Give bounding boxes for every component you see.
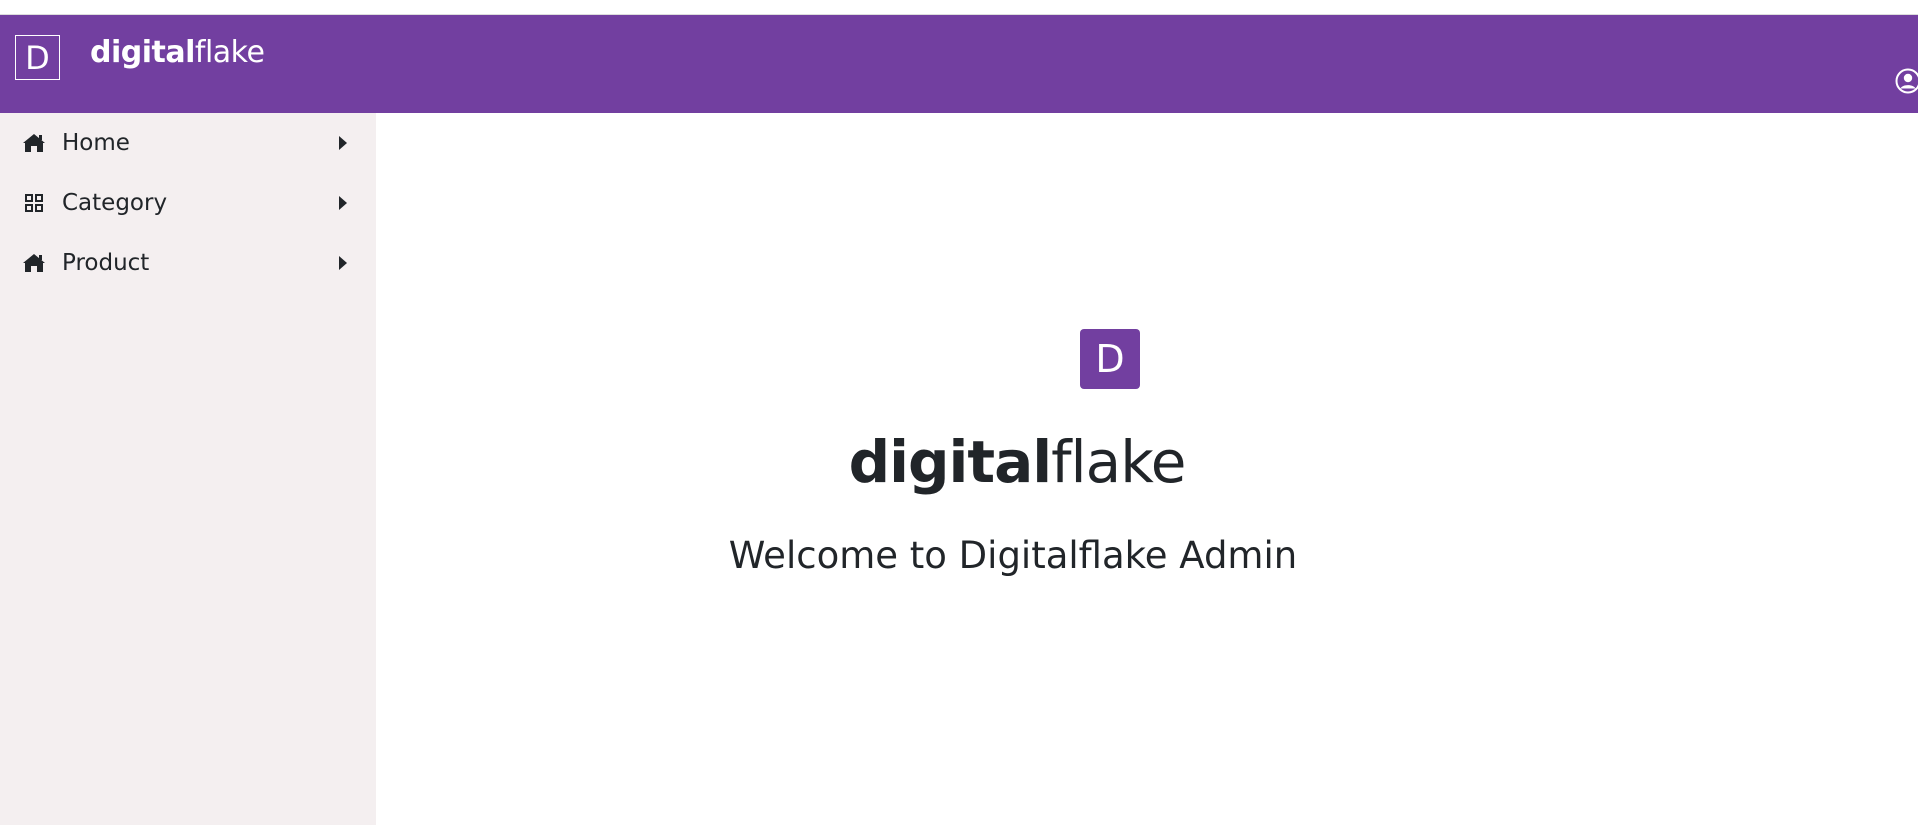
sidebar-item-home[interactable]: Home xyxy=(0,113,376,173)
top-navbar: D digitalflake xyxy=(0,15,1918,113)
welcome-text: Welcome to Digitalflake Admin xyxy=(728,534,1298,577)
main-brand-bold: digital xyxy=(848,428,1053,496)
sidebar-item-label: Home xyxy=(62,130,130,156)
home-icon xyxy=(22,131,46,155)
caret-right-icon xyxy=(339,136,347,150)
navbar-logo-letter: D xyxy=(25,38,50,77)
welcome-heading: Welcome to Digitalflake Admin xyxy=(0,534,1918,577)
navbar-logo[interactable]: D xyxy=(15,35,60,80)
caret-right-icon xyxy=(339,256,347,270)
sidebar-item-product[interactable]: Product xyxy=(0,233,376,293)
navbar-brand-bold: digital xyxy=(90,35,195,70)
browser-top-strip xyxy=(0,0,1918,15)
sidebar-item-category[interactable]: Category xyxy=(0,173,376,233)
navbar-brand-light: flake xyxy=(194,35,265,70)
sidebar-item-label: Product xyxy=(62,250,150,276)
main-logo-letter: D xyxy=(1095,337,1125,381)
caret-right-icon xyxy=(339,196,347,210)
main-brand-light: flake xyxy=(1051,428,1186,496)
home-icon xyxy=(22,251,46,275)
sidebar-item-label: Category xyxy=(62,190,168,216)
navbar-brand[interactable]: digitalflake xyxy=(90,35,265,71)
main-logo: D xyxy=(1080,329,1140,389)
main-brand: digitalflake xyxy=(0,428,1918,498)
grid-icon xyxy=(22,191,46,215)
user-circle-icon[interactable] xyxy=(1895,68,1918,94)
